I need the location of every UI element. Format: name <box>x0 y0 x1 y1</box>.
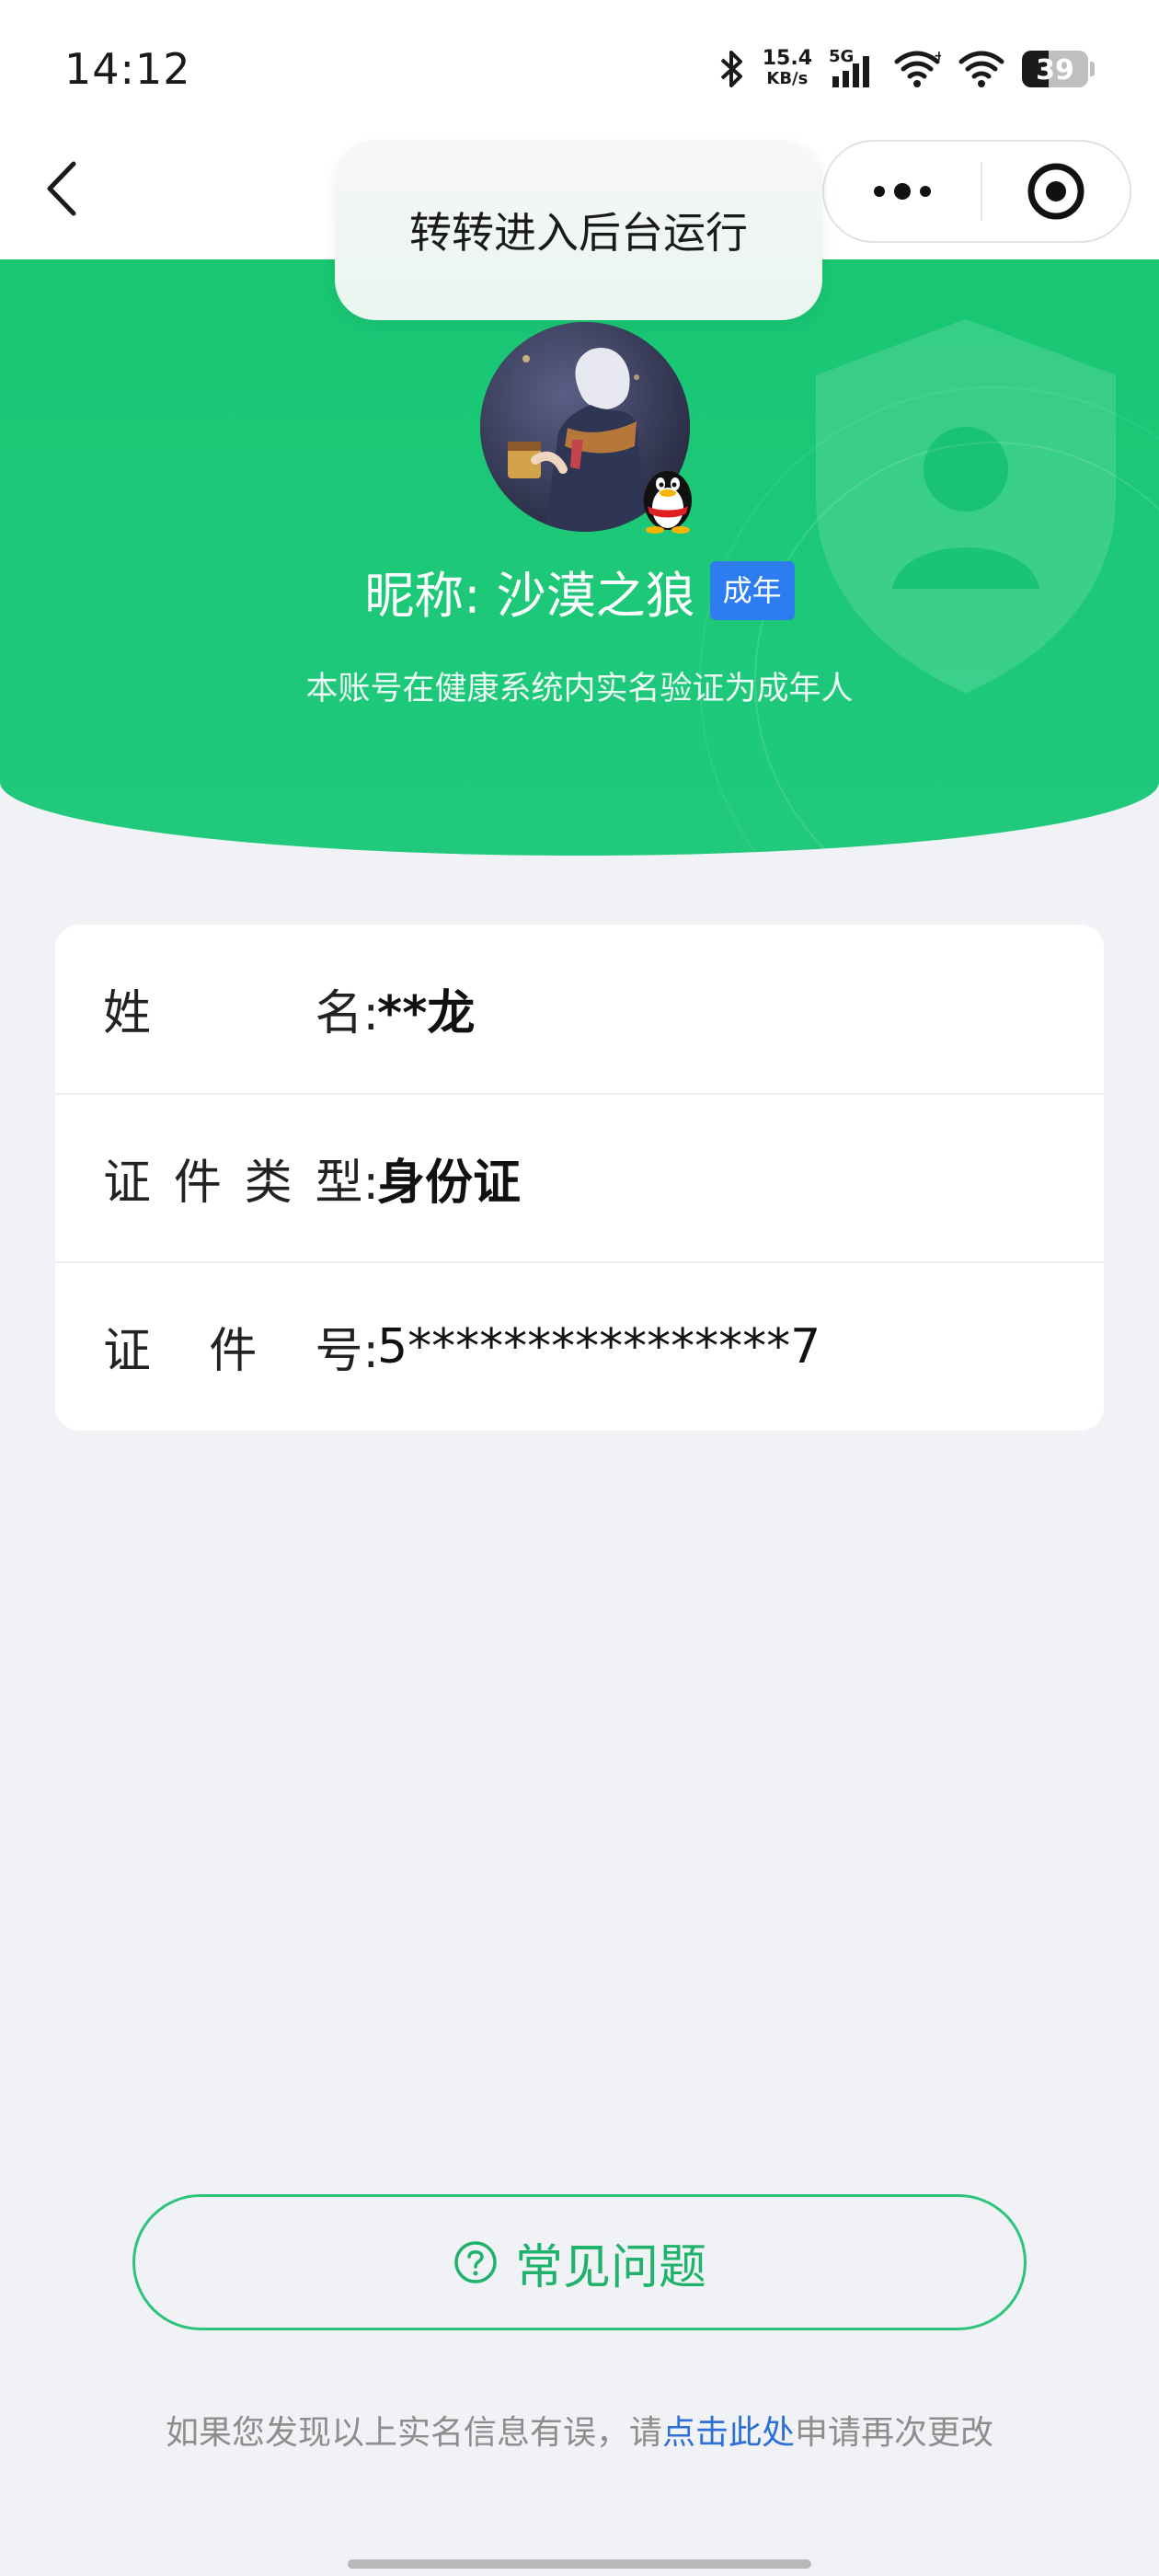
nickname-row: 昵称: 沙漠之狼 成年 <box>0 554 1159 627</box>
info-row-name: 姓 名: **龙 <box>55 925 1104 1093</box>
network-speed-value: 15.4 <box>762 47 812 70</box>
adult-badge: 成年 <box>709 561 795 620</box>
faq-button-label: 常见问题 <box>514 2239 706 2295</box>
wifi-icon: + <box>894 49 941 87</box>
battery-icon: 39 <box>1022 51 1088 87</box>
info-row-id-number: 证 件 号: 5****************7 <box>55 1261 1104 1430</box>
status-icons: 15.4 KB/s 5G + 39 <box>718 46 1095 92</box>
home-indicator[interactable] <box>348 2559 811 2569</box>
wifi-icon <box>958 51 1004 87</box>
info-label: 姓 名: <box>103 986 379 1041</box>
bluetooth-icon <box>720 51 742 87</box>
battery-tip <box>1090 62 1095 76</box>
svg-text:+: + <box>934 49 941 63</box>
change-request-link[interactable]: 点击此处 <box>662 2414 795 2452</box>
info-value-name: **龙 <box>377 986 476 1041</box>
status-time: 14:12 <box>64 44 191 94</box>
footer-note: 如果您发现以上实名信息有误，请点击此处申请再次更改 <box>0 2406 1159 2454</box>
identity-info-card: 姓 名: **龙 证 件 类 型: 身份证 证 件 号: 5**********… <box>55 925 1104 1431</box>
question-circle-icon <box>454 2241 497 2283</box>
battery-level: 39 <box>1036 54 1074 86</box>
info-value-id-number: 5****************7 <box>377 1318 821 1374</box>
info-row-id-type: 证 件 类 型: 身份证 <box>55 1093 1104 1261</box>
status-bar: 14:12 15.4 KB/s 5G + 39 <box>0 0 1159 138</box>
shield-user-icon <box>816 318 1116 694</box>
qq-penguin-icon <box>644 471 692 534</box>
close-capsule-button[interactable] <box>982 161 1130 222</box>
footer-suffix: 申请再次更改 <box>795 2414 994 2452</box>
toast-message: 转转进入后台运行 <box>335 140 822 320</box>
info-label: 证 件 号: <box>103 1324 379 1379</box>
network-speed: 15.4 KB/s <box>763 49 812 89</box>
nickname: 昵称: 沙漠之狼 <box>364 566 695 625</box>
more-dots-icon[interactable] <box>824 142 981 241</box>
chevron-left-icon[interactable] <box>40 156 86 221</box>
footer-prefix: 如果您发现以上实名信息有误，请 <box>165 2414 662 2452</box>
verification-description: 本账号在健康系统内实名验证为成年人 <box>305 671 854 707</box>
network-speed-unit: KB/s <box>766 69 809 88</box>
info-label: 证 件 类 型: <box>103 1156 379 1211</box>
info-value-id-type: 身份证 <box>377 1156 522 1211</box>
target-icon <box>1027 163 1084 220</box>
mini-program-capsule <box>822 140 1131 243</box>
cellular-signal: 5G <box>829 47 877 89</box>
cellular-signal-icon <box>832 56 869 87</box>
faq-button[interactable]: 常见问题 <box>132 2194 1027 2330</box>
